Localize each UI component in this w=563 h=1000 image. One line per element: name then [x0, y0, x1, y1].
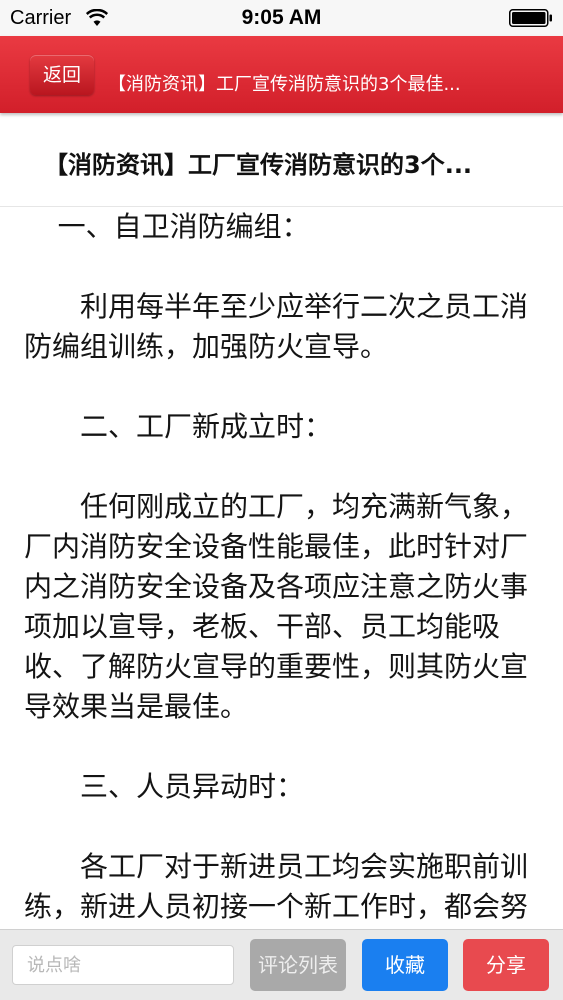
battery-icon	[509, 9, 552, 27]
article-paragraph: 任何刚成立的工厂，均充满新气象，厂内消防安全设备性能最佳，此时针对厂内之消防安全…	[24, 490, 529, 723]
article-body[interactable]: 一、自卫消防编组： 利用每半年至少应举行二次之员工消防编组训练，加强防火宣导。 …	[24, 207, 544, 929]
nav-title: 【消防资讯】工厂宣传消防意识的3个最佳...	[108, 74, 461, 95]
clock: 9:05 AM	[241, 6, 322, 29]
article-title: 【消防资讯】工厂宣传消防意识的3个...	[0, 113, 563, 207]
article-paragraph: 利用每半年至少应举行二次之员工消防编组训练，加强防火宣导。	[24, 290, 529, 363]
article-paragraph: 各工厂对于新进员工均会实施职前训练，新进人员初接一个新工作时，都会努力学习，此时…	[24, 850, 529, 923]
article-paragraph: 二、工厂新成立时：	[80, 410, 333, 443]
bottom-toolbar: 评论列表 收藏 分享	[0, 929, 563, 1000]
article-paragraph: 三、人员异动时：	[80, 770, 305, 803]
article-paragraph: 一、自卫消防编组：	[57, 210, 310, 243]
favorite-button[interactable]: 收藏	[362, 939, 448, 991]
navigation-bar: 返回 【消防资讯】工厂宣传消防意识的3个最佳...	[0, 36, 563, 113]
comment-list-button[interactable]: 评论列表	[250, 939, 346, 991]
share-button[interactable]: 分享	[463, 939, 549, 991]
back-button[interactable]: 返回	[30, 55, 94, 95]
comment-input[interactable]	[12, 945, 234, 985]
status-bar: Carrier 9:05 AM	[0, 0, 563, 36]
